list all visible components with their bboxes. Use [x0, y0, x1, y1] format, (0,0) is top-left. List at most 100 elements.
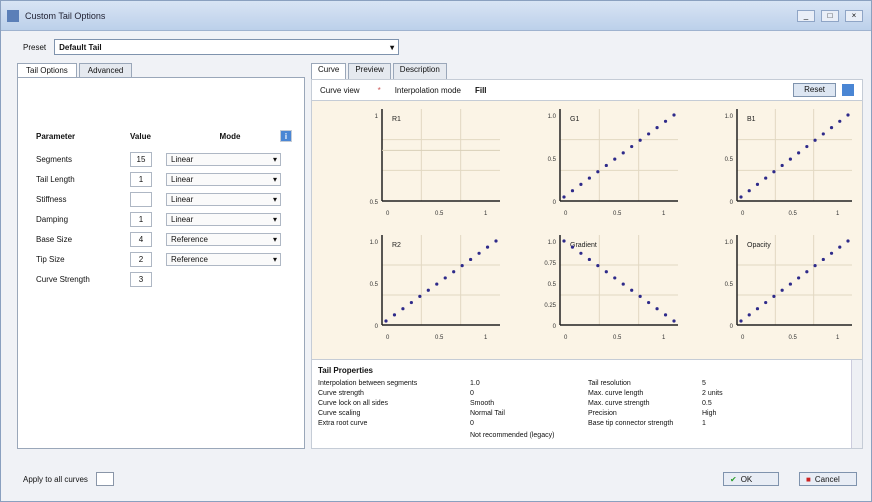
prop-value: Smooth — [470, 400, 495, 407]
param-value[interactable]: 3 — [130, 271, 152, 287]
x-tick-label: 1 — [836, 335, 840, 341]
mode-dropdown[interactable]: Linear ▾ — [166, 172, 281, 186]
curve-point — [846, 113, 850, 117]
prop-value: 2 units — [702, 390, 723, 397]
tab-advanced[interactable]: Advanced — [78, 63, 133, 77]
interpolation-value[interactable]: Fill — [475, 86, 487, 95]
settings-icon[interactable] — [842, 84, 854, 96]
tab-preview[interactable]: Preview — [348, 63, 391, 79]
properties-title: Tail Properties — [318, 366, 373, 375]
curve-point — [772, 294, 776, 298]
plot-title: Gradient — [570, 242, 597, 249]
curve-point — [384, 319, 388, 323]
header-value: Value — [130, 131, 151, 141]
curve-point — [764, 300, 768, 305]
curve-point — [788, 157, 792, 161]
curve-point — [672, 113, 676, 117]
prop-value: High — [702, 410, 717, 417]
mode-dropdown[interactable]: Linear ▾ — [166, 212, 281, 226]
tab-tail-options[interactable]: Tail Options — [17, 63, 77, 77]
minimize-icon[interactable]: _ — [797, 9, 815, 22]
info-icon[interactable]: i — [280, 130, 292, 142]
y-tick-label: 0 — [730, 324, 734, 330]
mode-dropdown[interactable]: Linear ▾ — [166, 152, 281, 166]
curve-point — [780, 163, 784, 168]
x-tick-label: 1 — [836, 211, 840, 217]
curve-point — [562, 239, 566, 243]
curve-point — [647, 300, 651, 305]
y-tick-label: 1.0 — [370, 240, 379, 246]
chevron-down-icon: ▾ — [272, 214, 277, 224]
x-tick-label: 0 — [564, 211, 568, 217]
cancel-label: Cancel — [814, 474, 840, 484]
curve-point — [647, 132, 651, 136]
mode-value: Linear — [171, 174, 194, 184]
curve-point — [452, 270, 456, 274]
curve-point — [435, 282, 439, 286]
chevron-down-icon: ▾ — [390, 42, 395, 52]
cancel-button[interactable]: ■ Cancel — [799, 472, 857, 486]
curve-point — [663, 313, 668, 317]
curve-point — [418, 294, 422, 298]
curve-point — [805, 144, 809, 149]
left-tabs: Tail Options Advanced — [17, 63, 305, 77]
curve-point — [780, 288, 784, 292]
curve-point — [772, 170, 776, 174]
curve-point — [838, 245, 842, 249]
x-tick-label: 0.5 — [435, 211, 444, 217]
curve-point — [797, 151, 801, 155]
x-tick-label: 0.5 — [789, 335, 798, 341]
x-tick-label: 0 — [741, 335, 745, 341]
maximize-icon[interactable]: □ — [821, 9, 839, 22]
curve-point — [846, 239, 850, 243]
param-value[interactable]: 4 — [130, 231, 152, 247]
reset-button[interactable]: Reset — [793, 83, 836, 97]
cancel-icon: ■ — [806, 474, 811, 484]
curve-point — [409, 300, 413, 305]
y-tick-label: 0 — [730, 200, 734, 206]
apply-all-label: Apply to all curves — [23, 474, 88, 484]
param-value[interactable]: 2 — [130, 251, 152, 267]
param-value[interactable]: 1 — [130, 171, 152, 187]
x-tick-label: 0 — [386, 211, 390, 217]
preset-bar: Preset Default Tail ▾ — [1, 31, 871, 63]
param-name: Tail Length — [36, 174, 75, 184]
preset-label: Preset — [23, 42, 47, 52]
curve-point — [621, 151, 625, 155]
curve-point — [788, 282, 792, 286]
prop-value: 0 — [470, 390, 474, 397]
close-icon[interactable]: × — [845, 9, 863, 22]
param-value[interactable]: 1 — [130, 211, 152, 227]
curve-point — [638, 294, 642, 298]
chevron-down-icon: ▾ — [272, 254, 277, 264]
param-value[interactable] — [130, 191, 152, 207]
ok-button[interactable]: ✔ OK — [723, 472, 779, 486]
mode-value: Linear — [171, 194, 194, 204]
y-tick-label: 1.0 — [548, 114, 557, 120]
curve-point — [829, 251, 834, 255]
right-panel: Curve Preview Description Curve view * I… — [311, 63, 863, 456]
y-tick-label: 0.25 — [544, 303, 556, 309]
param-row: Tail Length 1 Linear ▾ — [36, 171, 302, 187]
properties-scrollbar[interactable] — [851, 360, 862, 448]
param-value[interactable]: 15 — [130, 151, 152, 167]
curve-point — [392, 313, 397, 317]
y-tick-label: 0.5 — [548, 157, 557, 163]
plot-title: G1 — [570, 116, 579, 123]
header-mode: Mode — [219, 131, 241, 141]
curve-point — [562, 195, 566, 199]
x-tick-label: 0.5 — [613, 211, 622, 217]
header-parameter: Parameter — [36, 131, 76, 141]
prop-value: 0.5 — [702, 400, 712, 407]
mode-dropdown[interactable]: Linear ▾ — [166, 192, 281, 206]
curve-point — [663, 119, 668, 123]
curve-point — [829, 126, 834, 130]
tab-curve[interactable]: Curve — [311, 63, 347, 79]
apply-all-checkbox[interactable] — [95, 472, 114, 486]
mode-value: Linear — [171, 154, 194, 164]
mode-dropdown[interactable]: Reference ▾ — [166, 252, 281, 266]
curve-point — [494, 239, 498, 243]
tab-description[interactable]: Description — [392, 63, 447, 79]
mode-dropdown[interactable]: Reference ▾ — [166, 232, 281, 246]
preset-dropdown[interactable]: Default Tail ▾ — [54, 39, 400, 55]
